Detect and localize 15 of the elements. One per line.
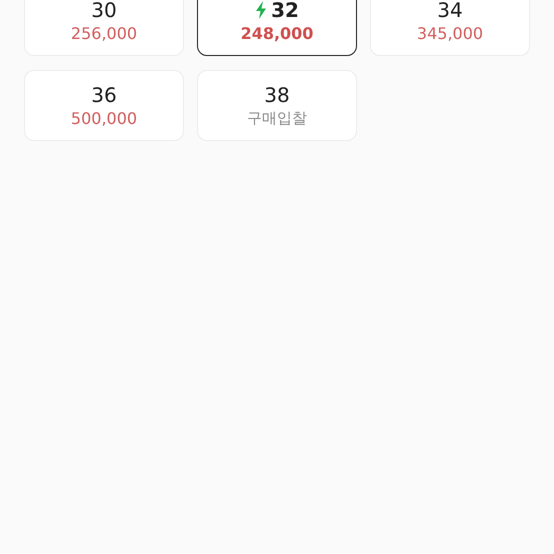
size-option[interactable]: 34 345,000 <box>370 0 530 56</box>
size-label: 34 <box>437 0 463 22</box>
price-label: 256,000 <box>70 24 138 43</box>
size-option[interactable]: 30 256,000 <box>24 0 184 56</box>
size-label: 38 <box>264 83 290 107</box>
price-label: 500,000 <box>70 109 138 128</box>
price-label: 구매입찰 <box>247 109 307 128</box>
size-label: 36 <box>91 83 117 107</box>
price-label: 248,000 <box>240 24 314 43</box>
size-option[interactable]: 32 248,000 <box>197 0 357 56</box>
size-option[interactable]: 38 구매입찰 <box>197 70 357 141</box>
size-label: 30 <box>91 0 117 22</box>
size-option[interactable]: 36 500,000 <box>24 70 184 141</box>
size-label: 32 <box>271 0 299 22</box>
price-label: 345,000 <box>416 24 484 43</box>
